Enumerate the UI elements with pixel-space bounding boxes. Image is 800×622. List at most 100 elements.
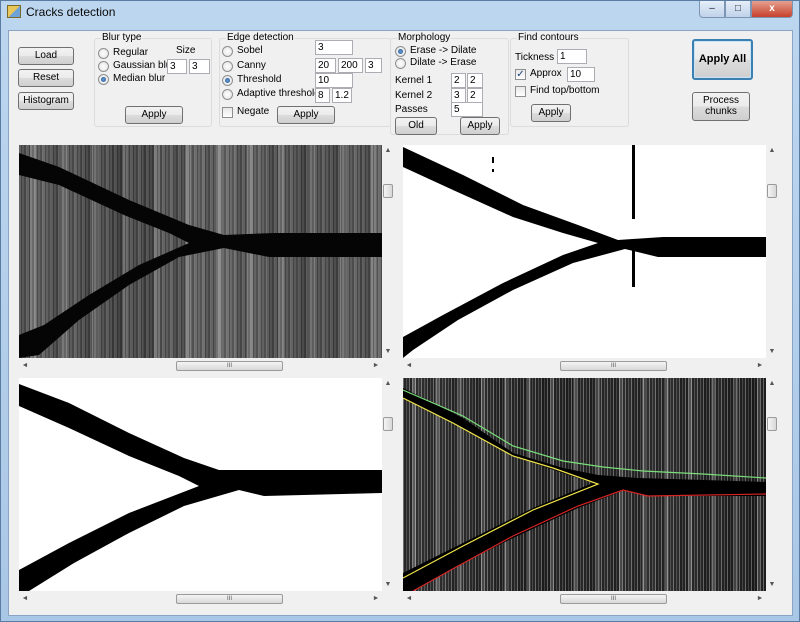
radio-gaussian[interactable]	[98, 61, 109, 72]
app-window: Cracks detection – □ x Load Reset Histog…	[0, 0, 800, 622]
crack-shape-original	[19, 153, 382, 358]
radio-regular[interactable]	[98, 48, 109, 59]
canny-aperture-field[interactable]: 3	[365, 58, 382, 73]
scroll-up-arrow-icon[interactable]: ▲	[766, 145, 778, 157]
close-button[interactable]: x	[751, 1, 793, 18]
kernel1-x-field[interactable]: 2	[451, 73, 466, 88]
passes-field[interactable]: 5	[451, 102, 483, 117]
blur-group-title: Blur type	[101, 32, 143, 43]
scroll-thumb[interactable]: III	[176, 594, 283, 604]
contours-image[interactable]	[403, 378, 766, 591]
horizontal-scrollbar[interactable]: ◄ III ►	[403, 593, 766, 605]
contours-apply-button[interactable]: Apply	[531, 104, 571, 122]
vertical-scrollbar[interactable]: ▲ ▼	[766, 145, 778, 358]
approx-value-field[interactable]: 10	[567, 67, 595, 82]
apply-all-button[interactable]: Apply All	[692, 39, 753, 80]
radio-gaussian-label: Gaussian blur	[113, 60, 175, 71]
scroll-left-arrow-icon[interactable]: ◄	[403, 360, 415, 372]
scroll-left-arrow-icon[interactable]: ◄	[403, 593, 415, 605]
radio-erase-dilate[interactable]	[395, 46, 406, 57]
scroll-down-arrow-icon[interactable]: ▼	[766, 346, 778, 358]
blur-apply-button[interactable]: Apply	[125, 106, 183, 124]
radio-canny-label: Canny	[237, 60, 266, 71]
radio-median[interactable]	[98, 74, 109, 85]
scroll-up-arrow-icon[interactable]: ▲	[766, 378, 778, 390]
edge-apply-button[interactable]: Apply	[277, 106, 335, 124]
radio-adaptive-label: Adaptive threshold	[237, 88, 320, 99]
horizontal-scrollbar[interactable]: ◄ III ►	[403, 360, 766, 372]
sobel-value-field[interactable]: 3	[315, 40, 353, 55]
title-bar[interactable]: Cracks detection – □ x	[1, 1, 799, 23]
scroll-down-arrow-icon[interactable]: ▼	[382, 579, 394, 591]
find-top-bottom-label: Find top/bottom	[530, 85, 600, 96]
kernel2-x-field[interactable]: 3	[451, 88, 466, 103]
contours-group-title: Find contours	[517, 32, 580, 43]
scroll-thumb[interactable]: III	[560, 594, 667, 604]
radio-canny[interactable]	[222, 61, 233, 72]
scroll-up-arrow-icon[interactable]: ▲	[382, 145, 394, 157]
image-panel-threshold: ▲ ▼ ◄ III ►	[403, 145, 778, 376]
histogram-button[interactable]: Histogram	[18, 92, 74, 110]
radio-threshold[interactable]	[222, 75, 233, 86]
contour-inner-line	[403, 397, 600, 579]
morphology-old-button[interactable]: Old	[395, 117, 437, 135]
scroll-right-arrow-icon[interactable]: ►	[754, 593, 766, 605]
threshold-value-field[interactable]: 10	[315, 73, 353, 88]
thickness-field[interactable]: 1	[557, 49, 587, 64]
scroll-right-arrow-icon[interactable]: ►	[754, 360, 766, 372]
scroll-thumb[interactable]	[383, 184, 393, 198]
kernel2-y-field[interactable]: 2	[467, 88, 483, 103]
radio-threshold-label: Threshold	[237, 74, 282, 85]
thickness-label: Tickness	[515, 52, 555, 63]
canny-high-field[interactable]: 200	[338, 58, 363, 73]
blur-size-x-field[interactable]: 3	[167, 59, 187, 74]
crack-shape-morphology	[19, 384, 382, 591]
image-panel-morphology: ▲ ▼ ◄ III ►	[19, 378, 394, 609]
scroll-right-arrow-icon[interactable]: ►	[370, 360, 382, 372]
minimize-button[interactable]: –	[699, 1, 725, 18]
morphology-group-title: Morphology	[397, 32, 452, 43]
scroll-down-arrow-icon[interactable]: ▼	[766, 579, 778, 591]
threshold-image[interactable]	[403, 145, 766, 358]
scroll-up-arrow-icon[interactable]: ▲	[382, 378, 394, 390]
radio-adaptive-threshold[interactable]	[222, 89, 233, 100]
scroll-left-arrow-icon[interactable]: ◄	[19, 360, 31, 372]
process-chunks-button[interactable]: Process chunks	[692, 92, 750, 121]
adaptive-c-field[interactable]: 1.2	[332, 88, 352, 103]
scroll-left-arrow-icon[interactable]: ◄	[19, 593, 31, 605]
scroll-right-arrow-icon[interactable]: ►	[370, 593, 382, 605]
canny-low-field[interactable]: 20	[315, 58, 336, 73]
morphology-apply-button[interactable]: Apply	[460, 117, 500, 135]
radio-dilate-erase[interactable]	[395, 58, 406, 69]
vertical-scrollbar[interactable]: ▲ ▼	[766, 378, 778, 591]
negate-label: Negate	[237, 106, 270, 117]
scroll-thumb[interactable]	[767, 417, 777, 431]
scroll-thumb[interactable]	[767, 184, 777, 198]
scroll-thumb[interactable]: III	[176, 361, 283, 371]
load-button[interactable]: Load	[18, 47, 74, 65]
scroll-down-arrow-icon[interactable]: ▼	[382, 346, 394, 358]
edge-group-title: Edge detection	[226, 32, 295, 43]
scroll-thumb[interactable]	[383, 417, 393, 431]
find-top-bottom-checkbox[interactable]	[515, 86, 526, 97]
blur-size-y-field[interactable]: 3	[189, 59, 210, 74]
contour-top-line	[403, 389, 766, 479]
negate-checkbox[interactable]	[222, 107, 233, 118]
radio-dilate-erase-label: Dilate -> Erase	[410, 57, 477, 68]
adaptive-block-field[interactable]: 8	[315, 88, 330, 103]
horizontal-scrollbar[interactable]: ◄ III ►	[19, 593, 382, 605]
vertical-scrollbar[interactable]: ▲ ▼	[382, 145, 394, 358]
radio-sobel[interactable]	[222, 46, 233, 57]
reset-button[interactable]: Reset	[18, 69, 74, 87]
original-image[interactable]	[19, 145, 382, 358]
morphology-image[interactable]	[19, 378, 382, 591]
approx-checkbox[interactable]: ✓	[515, 69, 526, 80]
window-title: Cracks detection	[26, 5, 116, 19]
maximize-button[interactable]: □	[725, 1, 751, 18]
horizontal-scrollbar[interactable]: ◄ III ►	[19, 360, 382, 372]
kernel1-y-field[interactable]: 2	[467, 73, 483, 88]
kernel1-label: Kernel 1	[395, 75, 433, 86]
approx-label: Approx	[530, 68, 562, 79]
scroll-thumb[interactable]: III	[560, 361, 667, 371]
vertical-scrollbar[interactable]: ▲ ▼	[382, 378, 394, 591]
